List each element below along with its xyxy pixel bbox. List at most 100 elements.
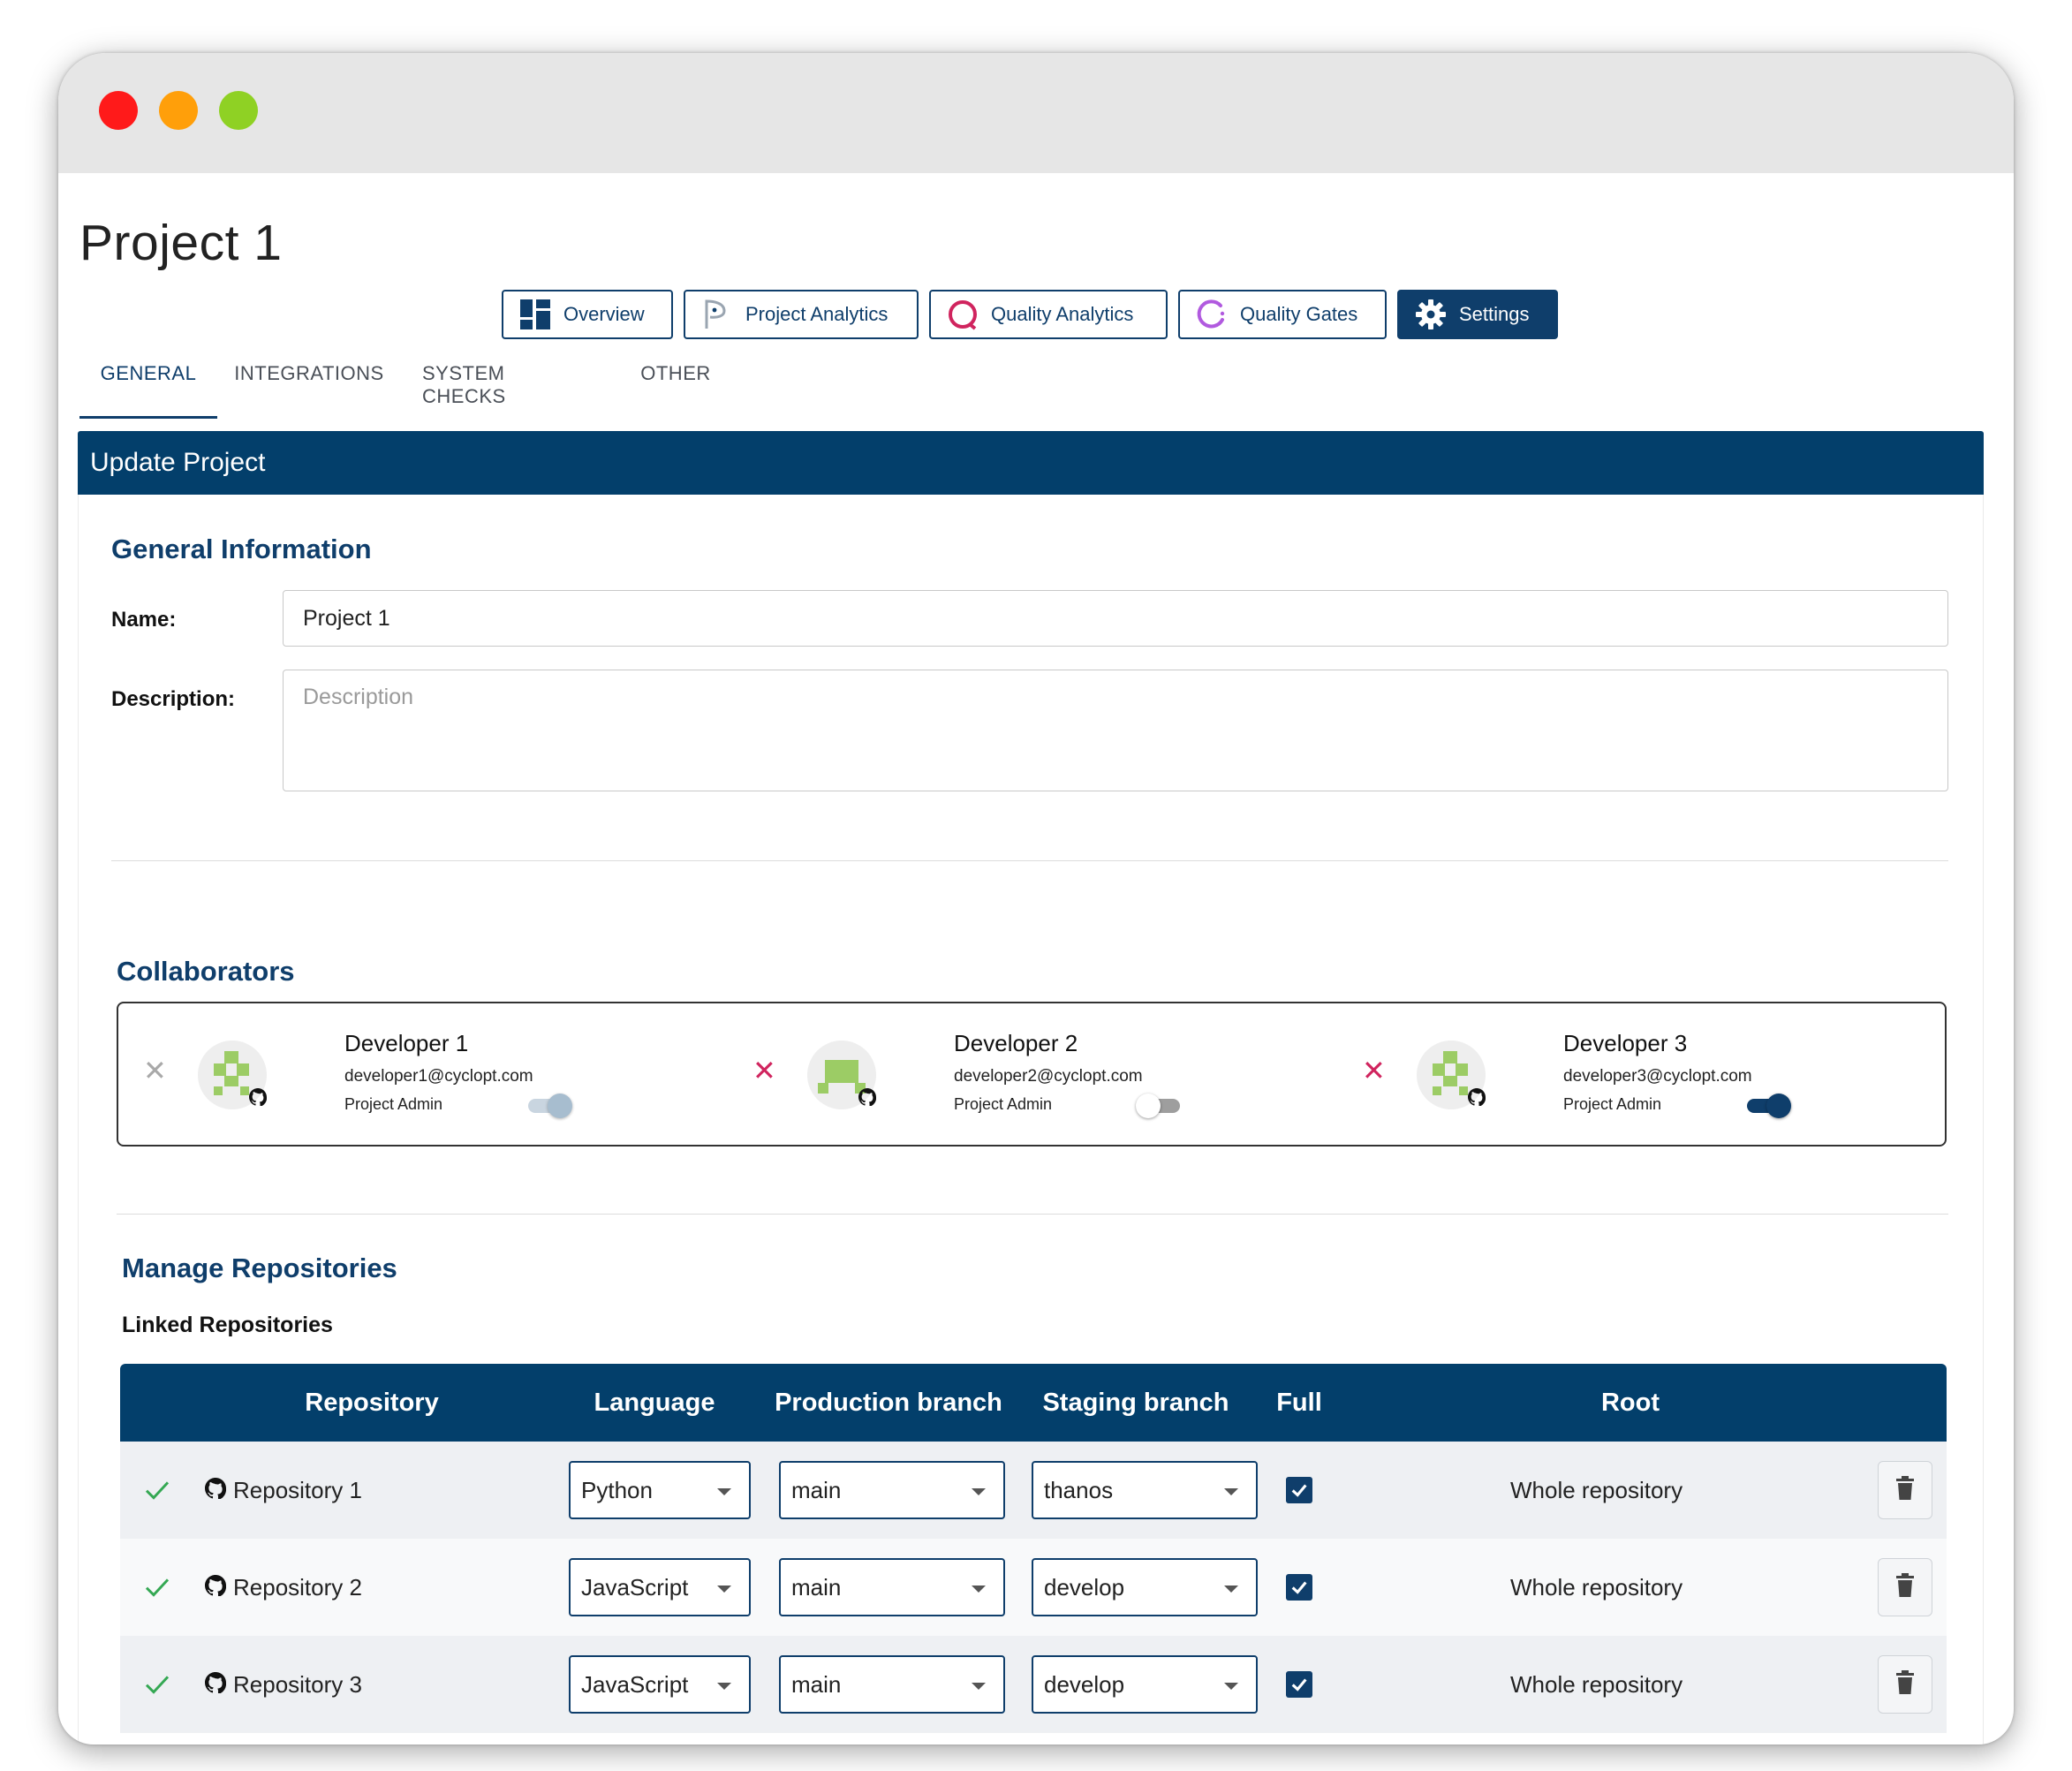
github-icon xyxy=(249,1088,268,1110)
collaborator-email: developer1@cyclopt.com xyxy=(344,1067,533,1086)
staging-branch-select[interactable]: develop xyxy=(1032,1655,1258,1714)
production-branch-select[interactable]: main xyxy=(779,1655,1005,1714)
remove-collaborator-button[interactable]: ✕ xyxy=(752,1053,776,1088)
delete-repository-button[interactable] xyxy=(1878,1558,1932,1616)
collaborator-email: developer3@cyclopt.com xyxy=(1563,1067,1752,1086)
table-row: Repository 1 Python main thanos Whole re… xyxy=(120,1442,1947,1539)
collaborator-card: ✕ Developer 1 developer1@cyclopt.com Pro… xyxy=(117,1003,717,1145)
staging-branch-value: develop xyxy=(1044,1670,1125,1698)
column-staging-branch: Staging branch xyxy=(1042,1388,1229,1417)
tab-integrations[interactable]: INTEGRATIONS xyxy=(233,362,385,419)
staging-branch-value: develop xyxy=(1044,1573,1125,1601)
project-analytics-button[interactable]: Project Analytics xyxy=(684,290,919,339)
overview-button[interactable]: Overview xyxy=(502,290,673,339)
linked-repositories-label: Linked Repositories xyxy=(122,1313,333,1337)
trash-icon xyxy=(1894,1572,1916,1602)
language-select[interactable]: JavaScript xyxy=(569,1558,751,1616)
github-icon xyxy=(205,1671,227,1698)
collaborator-card: ✕ Developer 2 developer2@cyclopt.com Pro… xyxy=(726,1003,1327,1145)
project-admin-toggle[interactable] xyxy=(1747,1094,1791,1118)
description-label: Description: xyxy=(111,687,236,711)
chevron-down-icon xyxy=(717,1683,731,1690)
check-icon xyxy=(143,1442,171,1539)
repository-cell: Repository 1 xyxy=(205,1442,362,1539)
tab-other[interactable]: OTHER xyxy=(636,362,715,419)
minimize-window-button[interactable] xyxy=(159,91,198,130)
check-icon xyxy=(143,1636,171,1733)
table-header: Repository Language Production branch St… xyxy=(120,1364,1947,1442)
project-admin-toggle[interactable] xyxy=(528,1094,572,1118)
manage-repositories-title: Manage Repositories xyxy=(122,1253,397,1283)
production-branch-select[interactable]: main xyxy=(779,1558,1005,1616)
quality-gates-button[interactable]: Quality Gates xyxy=(1178,290,1387,339)
maximize-window-button[interactable] xyxy=(219,91,258,130)
github-icon xyxy=(205,1574,227,1601)
check-icon xyxy=(143,1539,171,1636)
staging-branch-select[interactable]: develop xyxy=(1032,1558,1258,1616)
quality-analytics-label: Quality Analytics xyxy=(991,303,1134,325)
full-checkbox[interactable] xyxy=(1286,1671,1312,1698)
root-value: Whole repository xyxy=(1510,1573,1683,1601)
repository-name: Repository 2 xyxy=(233,1573,362,1601)
name-label: Name: xyxy=(111,608,177,632)
collaborators-title: Collaborators xyxy=(117,956,295,987)
chevron-down-icon xyxy=(1224,1488,1238,1495)
root-value: Whole repository xyxy=(1510,1670,1683,1698)
repository-name: Repository 3 xyxy=(233,1670,362,1698)
delete-repository-button[interactable] xyxy=(1878,1655,1932,1714)
project-admin-toggle[interactable] xyxy=(1136,1094,1180,1118)
repository-name: Repository 1 xyxy=(233,1476,362,1503)
gear-icon xyxy=(1415,299,1447,330)
app-window: Project 1 Overview Project Analytics Qua… xyxy=(58,53,2014,1745)
collaborator-name: Developer 2 xyxy=(954,1030,1078,1056)
language-select[interactable]: JavaScript xyxy=(569,1655,751,1714)
quality-analytics-button[interactable]: Quality Analytics xyxy=(929,290,1168,339)
chevron-down-icon xyxy=(1224,1586,1238,1593)
chevron-down-icon xyxy=(972,1586,986,1593)
language-select[interactable]: Python xyxy=(569,1461,751,1519)
production-branch-select[interactable]: main xyxy=(779,1461,1005,1519)
close-window-button[interactable] xyxy=(99,91,138,130)
toggle-knob xyxy=(548,1094,572,1118)
trash-icon xyxy=(1894,1475,1916,1505)
root-value: Whole repository xyxy=(1510,1476,1683,1503)
repository-cell: Repository 2 xyxy=(205,1539,362,1636)
name-input[interactable] xyxy=(283,590,1948,647)
settings-button[interactable]: Settings xyxy=(1397,290,1558,339)
tab-general[interactable]: GENERAL xyxy=(79,362,217,419)
chevron-down-icon xyxy=(717,1488,731,1495)
language-value: JavaScript xyxy=(581,1670,689,1698)
description-field[interactable] xyxy=(283,670,1948,791)
update-project-header: Update Project xyxy=(78,431,1984,495)
settings-label: Settings xyxy=(1459,303,1530,325)
repositories-table: Repository Language Production branch St… xyxy=(120,1364,1947,1733)
production-branch-value: main xyxy=(791,1670,842,1698)
chevron-down-icon xyxy=(1224,1683,1238,1690)
staging-branch-value: thanos xyxy=(1044,1476,1114,1503)
collaborator-role: Project Admin xyxy=(344,1095,443,1113)
full-checkbox[interactable] xyxy=(1286,1477,1312,1503)
page-title: Project 1 xyxy=(79,215,283,271)
trash-icon xyxy=(1894,1669,1916,1699)
delete-repository-button[interactable] xyxy=(1878,1461,1932,1519)
column-production-branch: Production branch xyxy=(775,1388,1002,1417)
ring-icon xyxy=(947,299,979,330)
project-analytics-label: Project Analytics xyxy=(745,303,889,325)
full-checkbox[interactable] xyxy=(1286,1574,1312,1601)
collaborator-role: Project Admin xyxy=(954,1095,1053,1113)
collaborator-email: developer2@cyclopt.com xyxy=(954,1067,1143,1086)
staging-branch-select[interactable]: thanos xyxy=(1032,1461,1258,1519)
remove-collaborator-button[interactable]: ✕ xyxy=(143,1053,167,1088)
collaborator-name: Developer 1 xyxy=(344,1030,469,1056)
divider xyxy=(111,860,1948,861)
github-icon xyxy=(1468,1088,1486,1110)
repository-cell: Repository 3 xyxy=(205,1636,362,1733)
tab-system-checks[interactable]: SYSTEM CHECKS xyxy=(422,362,590,419)
production-branch-value: main xyxy=(791,1476,842,1503)
table-row: Repository 2 JavaScript main develop Who… xyxy=(120,1539,1947,1636)
dashboard-icon xyxy=(519,299,551,330)
title-bar xyxy=(58,53,2014,173)
column-full: Full xyxy=(1276,1388,1322,1417)
remove-collaborator-button[interactable]: ✕ xyxy=(1362,1053,1386,1088)
flag-icon xyxy=(701,299,733,330)
